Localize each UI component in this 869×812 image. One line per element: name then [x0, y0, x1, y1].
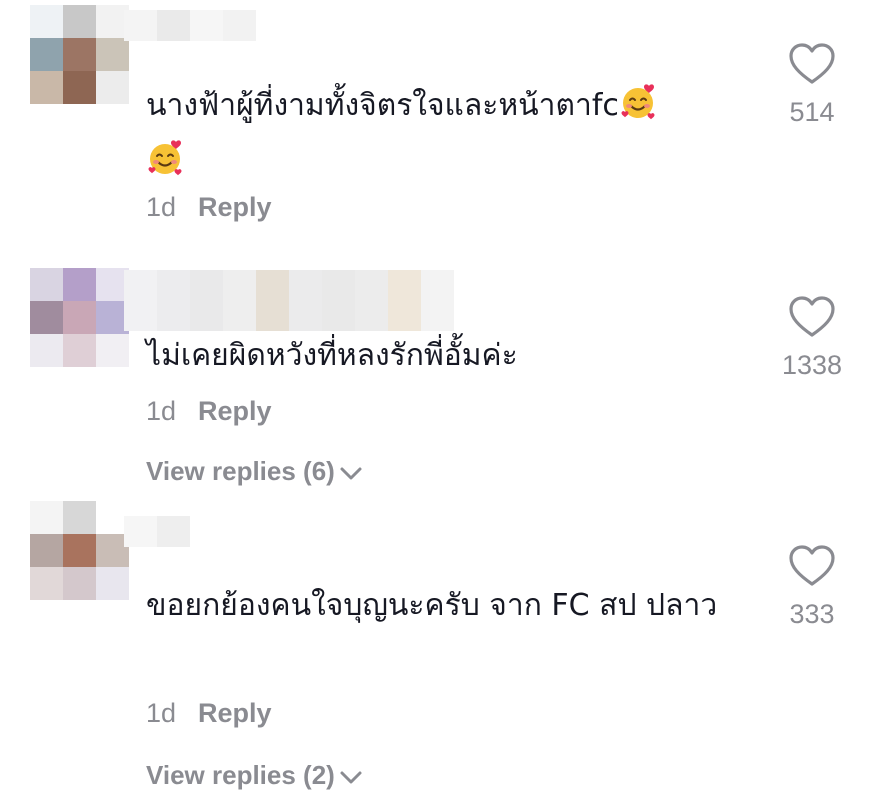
username-pixel: [421, 270, 454, 301]
username-pixel: [421, 300, 454, 331]
username-blurred[interactable]: [124, 270, 454, 301]
comment-meta: 1d Reply: [146, 396, 272, 427]
heart-outline-icon[interactable]: [775, 43, 849, 85]
avatar-pixel: [63, 268, 96, 301]
avatar-pixel: [63, 38, 96, 71]
username-blurred[interactable]: [124, 516, 190, 547]
avatar-pixel: [96, 567, 129, 600]
chevron-down-icon: [335, 456, 363, 486]
comment-text: ไม่เคยผิดหวังที่หลงรักพี่อั้มค่ะ: [146, 338, 518, 373]
reply-button[interactable]: Reply: [198, 396, 272, 426]
reply-button[interactable]: Reply: [198, 698, 272, 728]
avatar-pixel: [30, 334, 63, 367]
username-pixel: [124, 300, 157, 331]
comment-time: 1d: [146, 396, 177, 426]
like-button[interactable]: 514: [775, 43, 849, 128]
username-pixel: [322, 300, 355, 331]
username-pixel: [190, 10, 223, 41]
username-pixel: [289, 270, 322, 301]
avatar-pixel: [30, 567, 63, 600]
username-pixel: [190, 270, 223, 301]
avatar-pixel: [30, 5, 63, 38]
avatar-pixel: [63, 501, 96, 534]
username-pixel: [157, 270, 190, 301]
username-pixel: [157, 516, 190, 547]
avatar-pixel: [30, 268, 63, 301]
username-pixel: [355, 270, 388, 301]
username-pixel: [124, 270, 157, 301]
comment-meta: 1d Reply: [146, 192, 272, 223]
avatar-pixel: [30, 71, 63, 104]
reply-button[interactable]: Reply: [198, 192, 272, 222]
like-count: 514: [789, 97, 835, 127]
comment-time: 1d: [146, 698, 177, 728]
username-pixel: [388, 300, 421, 331]
username-pixel: [289, 300, 322, 331]
avatar[interactable]: [30, 501, 129, 600]
username-blurred: [124, 300, 454, 331]
comment-text: นางฟ้าผู้ที่งามทั้งจิตรใจและหน้าตาfc: [146, 78, 746, 190]
avatar-pixel: [63, 71, 96, 104]
comment-meta: 1d Reply: [146, 698, 272, 729]
avatar-pixel: [30, 301, 63, 334]
smiling-face-with-hearts-icon: [146, 139, 184, 177]
username-pixel: [124, 516, 157, 547]
avatar[interactable]: [30, 268, 129, 367]
view-replies-label: View replies (2): [146, 760, 335, 790]
heart-outline-icon[interactable]: [775, 545, 849, 587]
view-replies-label: View replies (6): [146, 456, 335, 486]
like-count: 1338: [781, 350, 843, 380]
comment-time: 1d: [146, 192, 177, 222]
username-pixel: [124, 10, 157, 41]
username-pixel: [223, 270, 256, 301]
avatar-pixel: [63, 534, 96, 567]
username-pixel: [256, 300, 289, 331]
avatar-pixel: [30, 501, 63, 534]
username-pixel: [355, 300, 388, 331]
view-replies-button[interactable]: View replies (2): [146, 760, 363, 791]
avatar-pixel: [96, 71, 129, 104]
like-count: 333: [789, 599, 835, 629]
smiling-face-with-hearts-icon: [619, 83, 657, 121]
username-pixel: [223, 10, 256, 41]
heart-outline-icon[interactable]: [775, 296, 849, 338]
comment-text: ขอยกย้องคนใจบุญนะครับ จาก FC สป ปลาว: [146, 588, 718, 623]
like-button[interactable]: 1338: [775, 296, 849, 381]
avatar-pixel: [63, 334, 96, 367]
avatar-pixel: [63, 301, 96, 334]
avatar-pixel: [30, 534, 63, 567]
avatar-pixel: [96, 38, 129, 71]
avatar-pixel: [63, 5, 96, 38]
avatar-pixel: [63, 567, 96, 600]
username-blurred[interactable]: [124, 10, 256, 41]
username-pixel: [190, 300, 223, 331]
username-pixel: [256, 270, 289, 301]
avatar[interactable]: [30, 5, 129, 104]
username-pixel: [157, 300, 190, 331]
avatar-pixel: [96, 334, 129, 367]
chevron-down-icon: [335, 760, 363, 790]
like-button[interactable]: 333: [775, 545, 849, 630]
username-pixel: [223, 300, 256, 331]
username-pixel: [157, 10, 190, 41]
username-pixel: [322, 270, 355, 301]
view-replies-button[interactable]: View replies (6): [146, 456, 363, 487]
username-pixel: [388, 270, 421, 301]
avatar-pixel: [30, 38, 63, 71]
